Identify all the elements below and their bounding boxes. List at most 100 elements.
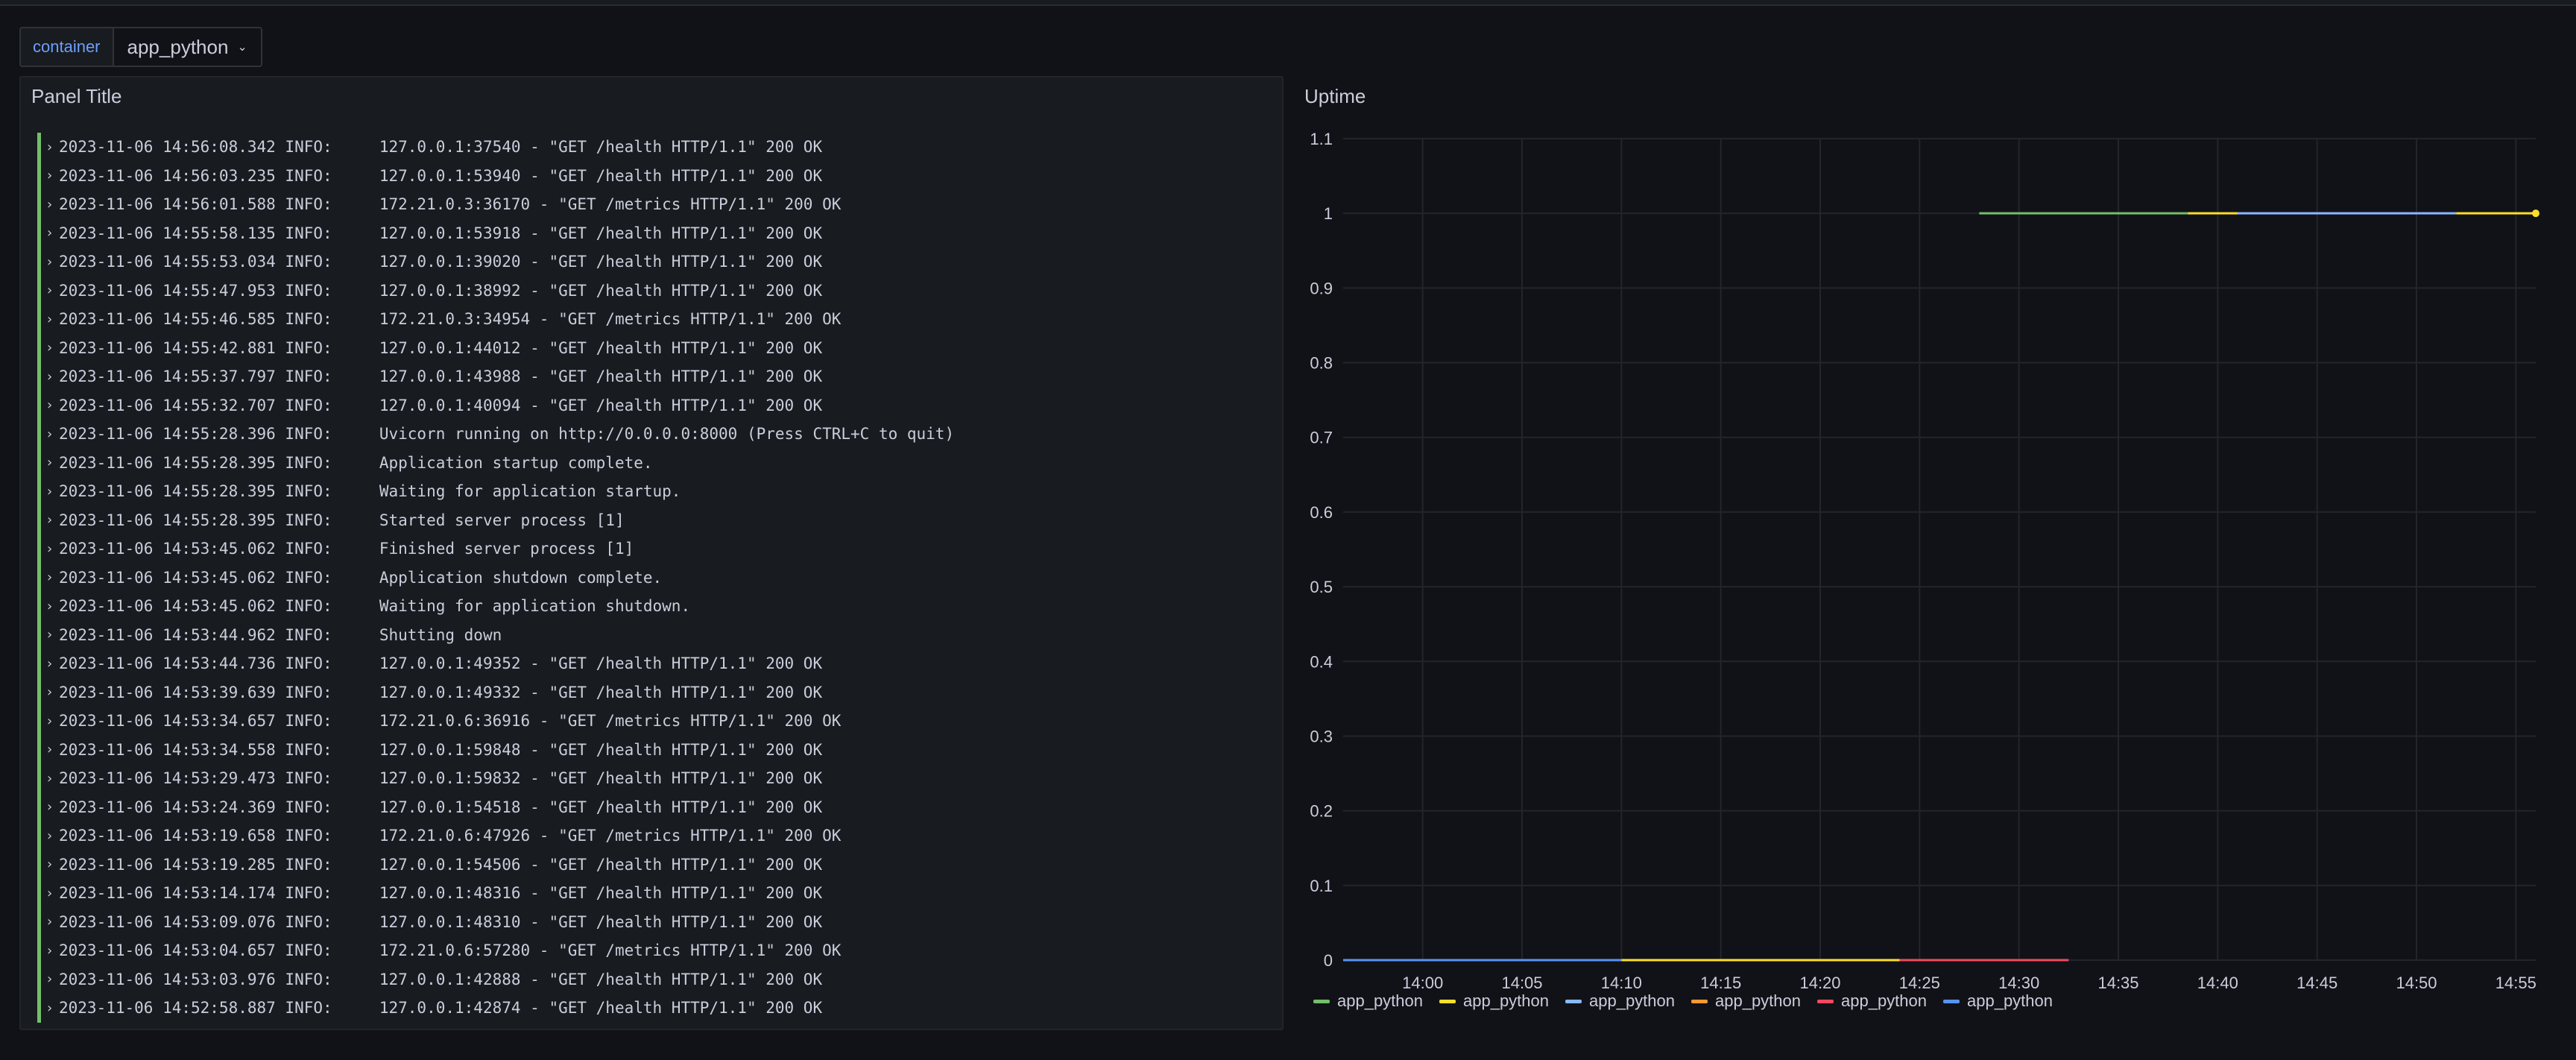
log-row[interactable]: › 2023-11-06 14:55:42.881 INFO: 127.0.0.1…	[37, 333, 1275, 362]
y-tick-label: 0.2	[1310, 802, 1333, 821]
log-row[interactable]: › 2023-11-06 14:53:19.658 INFO: 172.21.0.…	[37, 821, 1275, 851]
log-row[interactable]: › 2023-11-06 14:53:29.473 INFO: 127.0.0.1…	[37, 764, 1275, 793]
x-tick-label: 14:40	[2197, 974, 2238, 992]
log-line-text: 2023-11-06 14:53:45.062 INFO: Finished s…	[59, 540, 634, 558]
y-tick-label: 0.1	[1310, 877, 1333, 895]
y-tick-label: 0.5	[1310, 578, 1333, 596]
log-row[interactable]: › 2023-11-06 14:52:58.887 INFO: 127.0.0.1…	[37, 994, 1275, 1023]
uptime-panel: 0 0.1 0.2 0.3 0.4 0.5 0.6 0.7 0.8 0.9 1 1.1 14:00 14:…	[1294, 76, 2561, 1030]
log-row[interactable]: › 2023-11-06 14:53:04.657 INFO: 172.21.0.…	[37, 936, 1275, 965]
chevron-down-icon: ⌄	[237, 41, 247, 54]
y-tick-label: 1.1	[1310, 130, 1333, 148]
log-line-text: 2023-11-06 14:52:58.887 INFO: 127.0.0.1:…	[59, 999, 823, 1018]
top-bar	[0, 0, 2576, 6]
log-row[interactable]: › 2023-11-06 14:53:45.062 INFO: Waiting f…	[37, 592, 1275, 621]
log-row[interactable]: › 2023-11-06 14:55:58.135 INFO: 127.0.0.1…	[37, 218, 1275, 247]
log-row[interactable]: › 2023-11-06 14:56:08.342 INFO: 127.0.0.1…	[37, 133, 1275, 162]
log-line-text: 2023-11-06 14:53:29.473 INFO: 127.0.0.1:…	[59, 769, 823, 788]
log-row[interactable]: › 2023-11-06 14:53:09.076 INFO: 127.0.0.1…	[37, 907, 1275, 936]
chevron-right-icon: ›	[45, 742, 54, 758]
chevron-right-icon: ›	[45, 885, 54, 901]
log-row[interactable]: › 2023-11-06 14:53:14.174 INFO: 127.0.0.1…	[37, 879, 1275, 908]
y-tick-label: 0.4	[1310, 652, 1333, 671]
legend-swatch	[1817, 999, 1834, 1003]
log-row[interactable]: › 2023-11-06 14:53:44.962 INFO: Shutting …	[37, 620, 1275, 649]
chart-title[interactable]: Uptime	[1304, 85, 1366, 108]
chevron-right-icon: ›	[45, 540, 54, 557]
log-line-text: 2023-11-06 14:53:14.174 INFO: 127.0.0.1:…	[59, 884, 823, 903]
log-row[interactable]: › 2023-11-06 14:55:53.034 INFO: 127.0.0.1…	[37, 247, 1275, 277]
log-row[interactable]: › 2023-11-06 14:53:34.657 INFO: 172.21.0.…	[37, 707, 1275, 736]
chevron-right-icon: ›	[45, 971, 54, 988]
log-line-text: 2023-11-06 14:56:03.235 INFO: 127.0.0.1:…	[59, 166, 823, 185]
chevron-right-icon: ›	[45, 770, 54, 786]
log-row[interactable]: › 2023-11-06 14:55:47.953 INFO: 127.0.0.1…	[37, 276, 1275, 305]
y-tick-label: 0	[1324, 951, 1333, 970]
variable-select[interactable]: app_python ⌄	[112, 27, 262, 67]
panel-title[interactable]: Panel Title	[31, 85, 121, 108]
log-row[interactable]: › 2023-11-06 14:53:39.639 INFO: 127.0.0.1…	[37, 678, 1275, 707]
log-row[interactable]: › 2023-11-06 14:55:37.797 INFO: 127.0.0.1…	[37, 362, 1275, 391]
log-row[interactable]: › 2023-11-06 14:53:44.736 INFO: 127.0.0.1…	[37, 649, 1275, 678]
log-row[interactable]: › 2023-11-06 14:55:32.707 INFO: 127.0.0.1…	[37, 391, 1275, 420]
log-line-text: 2023-11-06 14:55:28.395 INFO: Applicatio…	[59, 453, 653, 472]
log-row[interactable]: › 2023-11-06 14:55:46.585 INFO: 172.21.0.…	[37, 305, 1275, 334]
log-line-text: 2023-11-06 14:53:44.736 INFO: 127.0.0.1:…	[59, 654, 823, 673]
chevron-right-icon: ›	[45, 684, 54, 701]
chevron-right-icon: ›	[45, 570, 54, 586]
legend-item[interactable]: app_python	[1817, 991, 1927, 1011]
x-tick-label: 14:10	[1601, 974, 1642, 992]
legend-swatch	[1565, 999, 1582, 1003]
chevron-right-icon: ›	[45, 598, 54, 614]
log-row[interactable]: › 2023-11-06 14:56:03.235 INFO: 127.0.0.1…	[37, 161, 1275, 190]
log-line-text: 2023-11-06 14:56:08.342 INFO: 127.0.0.1:…	[59, 138, 823, 157]
log-line-text: 2023-11-06 14:53:45.062 INFO: Waiting fo…	[59, 597, 691, 616]
chevron-right-icon: ›	[45, 713, 54, 729]
chevron-right-icon: ›	[45, 340, 54, 356]
log-row[interactable]: › 2023-11-06 14:55:28.395 INFO: Waiting f…	[37, 477, 1275, 506]
log-line-text: 2023-11-06 14:53:39.639 INFO: 127.0.0.1:…	[59, 683, 823, 701]
log-row[interactable]: › 2023-11-06 14:56:01.588 INFO: 172.21.0.…	[37, 190, 1275, 219]
log-line-text: 2023-11-06 14:53:04.657 INFO: 172.21.0.6…	[59, 941, 842, 960]
log-line-text: 2023-11-06 14:55:58.135 INFO: 127.0.0.1:…	[59, 224, 823, 242]
legend-label: app_python	[1715, 991, 1801, 1010]
chevron-right-icon: ›	[45, 655, 54, 672]
log-line-text: 2023-11-06 14:55:28.395 INFO: Waiting fo…	[59, 482, 681, 501]
log-row[interactable]: › 2023-11-06 14:53:03.976 INFO: 127.0.0.1…	[37, 965, 1275, 994]
chevron-right-icon: ›	[45, 512, 54, 529]
log-row[interactable]: › 2023-11-06 14:55:28.396 INFO: Uvicorn r…	[37, 420, 1275, 449]
log-line-text: 2023-11-06 14:55:46.585 INFO: 172.21.0.3…	[59, 310, 842, 329]
y-tick-label: 0.9	[1310, 279, 1333, 297]
log-row[interactable]: › 2023-11-06 14:55:28.395 INFO: Started s…	[37, 505, 1275, 534]
log-line-text: 2023-11-06 14:53:45.062 INFO: Applicatio…	[59, 568, 663, 587]
log-row[interactable]: › 2023-11-06 14:53:24.369 INFO: 127.0.0.1…	[37, 792, 1275, 821]
y-tick-label: 1	[1324, 204, 1333, 223]
log-line-text: 2023-11-06 14:53:34.657 INFO: 172.21.0.6…	[59, 712, 842, 731]
y-tick-label: 0.8	[1310, 354, 1333, 373]
legend-swatch	[1943, 999, 1960, 1003]
legend-label: app_python	[1841, 991, 1927, 1010]
legend-item[interactable]: app_python	[1943, 991, 2053, 1011]
x-tick-label: 14:20	[1799, 974, 1840, 992]
log-row[interactable]: › 2023-11-06 14:53:34.558 INFO: 127.0.0.1…	[37, 735, 1275, 764]
chevron-right-icon: ›	[45, 455, 54, 471]
chevron-right-icon: ›	[45, 397, 54, 414]
x-tick-label: 14:00	[1402, 974, 1443, 992]
log-line-text: 2023-11-06 14:53:09.076 INFO: 127.0.0.1:…	[59, 912, 823, 931]
log-line-text: 2023-11-06 14:56:01.588 INFO: 172.21.0.3…	[59, 195, 842, 214]
x-tick-label: 14:45	[2296, 974, 2337, 992]
variable-value: app_python	[127, 35, 229, 58]
legend-label: app_python	[1463, 991, 1549, 1010]
legend-item[interactable]: app_python	[1691, 991, 1801, 1011]
legend-item[interactable]: app_python	[1439, 991, 1549, 1011]
legend-item[interactable]: app_python	[1313, 991, 1423, 1011]
log-row[interactable]: › 2023-11-06 14:55:28.395 INFO: Applicati…	[37, 448, 1275, 477]
chevron-right-icon: ›	[45, 627, 54, 643]
log-row[interactable]: › 2023-11-06 14:53:19.285 INFO: 127.0.0.1…	[37, 850, 1275, 879]
y-tick-label: 0.6	[1310, 503, 1333, 522]
log-row[interactable]: › 2023-11-06 14:53:45.062 INFO: Finished …	[37, 534, 1275, 564]
chevron-right-icon: ›	[45, 368, 54, 385]
legend-item[interactable]: app_python	[1565, 991, 1675, 1011]
log-row[interactable]: › 2023-11-06 14:53:45.062 INFO: Applicati…	[37, 563, 1275, 592]
log-line-text: 2023-11-06 14:53:24.369 INFO: 127.0.0.1:…	[59, 798, 823, 816]
